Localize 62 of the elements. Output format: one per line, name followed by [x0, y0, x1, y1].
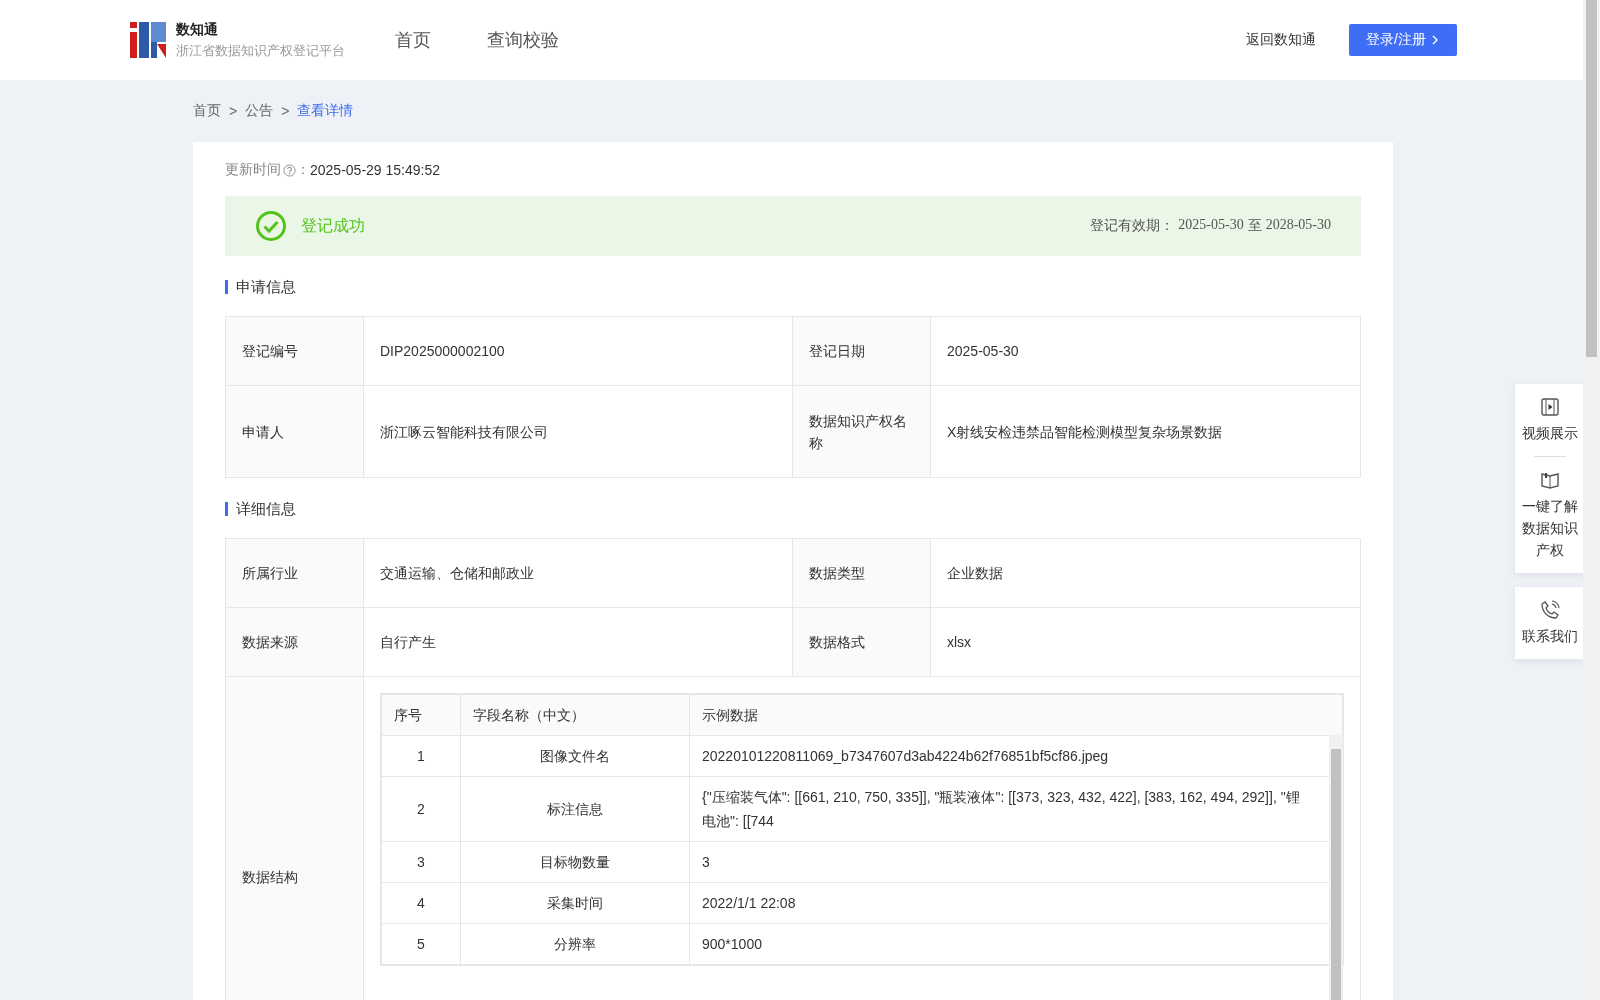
table-cell: 3: [381, 841, 461, 883]
column-header: 序号: [381, 694, 461, 736]
table-cell: 分辨率: [460, 923, 690, 965]
side-link[interactable]: 数据知识: [1522, 517, 1578, 539]
table-cell: 图像文件名: [460, 735, 690, 777]
nav-link[interactable]: 首页: [395, 28, 431, 52]
update-label: 更新时间: [225, 161, 281, 179]
value-cell: 自行产生: [363, 607, 793, 677]
label-cell: 数据来源: [225, 607, 364, 677]
validity-start: 2025-05-30: [1178, 217, 1244, 234]
label-cell: 数据结构: [225, 676, 364, 1000]
login-button[interactable]: 登录/注册: [1349, 24, 1457, 56]
value-cell: xlsx: [930, 607, 1361, 677]
update-time: 2025-05-29 15:49:52: [310, 162, 440, 178]
label-cell: 数据知识产权名称: [792, 385, 931, 478]
side-link[interactable]: 产权: [1536, 539, 1564, 561]
film-icon: [1539, 396, 1561, 418]
logo-icon[interactable]: [130, 22, 166, 58]
value-cell: 浙江啄云智能科技有限公司: [363, 385, 793, 478]
section-title: 详细信息: [225, 502, 1361, 516]
scrollbar[interactable]: [1583, 0, 1600, 1000]
validity-to: 至: [1247, 217, 1262, 235]
section-title: 申请信息: [225, 280, 1361, 294]
table-cell: 标注信息: [460, 776, 690, 842]
table-cell: 2: [381, 776, 461, 842]
table-cell: 目标物数量: [460, 841, 690, 883]
status-text: 登记成功: [301, 215, 365, 236]
side-link[interactable]: 一键了解: [1522, 495, 1578, 517]
breadcrumb-link[interactable]: 查看详情: [297, 102, 354, 120]
back-link[interactable]: 返回数知通: [1246, 31, 1316, 49]
label-cell: 所属行业: [225, 538, 364, 608]
column-header: 示例数据: [689, 694, 1343, 736]
table-cell: 1: [381, 735, 461, 777]
breadcrumb-link[interactable]: 公告: [245, 102, 274, 120]
label-cell: 登记日期: [792, 316, 931, 386]
breadcrumb-link[interactable]: 首页: [193, 102, 221, 120]
logo-subtitle: 浙江省数据知识产权登记平台: [176, 41, 345, 60]
label-cell: 申请人: [225, 385, 364, 478]
value-cell: 交通运输、仓储和邮政业: [363, 538, 793, 608]
help-icon[interactable]: [283, 163, 296, 177]
validity-label: 登记有效期：: [1090, 217, 1175, 235]
table-cell: 采集时间: [460, 882, 690, 924]
breadcrumb-separator: >: [281, 103, 290, 119]
table-cell: 4: [381, 882, 461, 924]
column-header: 字段名称（中文）: [460, 694, 690, 736]
logo-title: 数知通: [176, 20, 219, 39]
label-cell: 数据格式: [792, 607, 931, 677]
colon-text: ：: [296, 161, 310, 179]
value-cell: DIP2025000002100: [363, 316, 793, 386]
value-cell: 2025-05-30: [930, 316, 1361, 386]
breadcrumb-separator: >: [229, 103, 238, 119]
value-cell: X射线安检违禁品智能检测模型复杂场景数据: [930, 385, 1361, 478]
phone-icon: [1539, 599, 1561, 621]
validity-end: 2028-05-30: [1265, 217, 1331, 234]
value-cell: 企业数据: [930, 538, 1361, 608]
side-link[interactable]: 联系我们: [1522, 625, 1578, 647]
table-cell: 5: [381, 923, 461, 965]
side-link[interactable]: 视频展示: [1522, 422, 1578, 444]
nav-link[interactable]: 查询校验: [487, 28, 559, 52]
label-cell: 登记编号: [225, 316, 364, 386]
label-cell: 数据类型: [792, 538, 931, 608]
check-circle-icon: [255, 210, 287, 242]
